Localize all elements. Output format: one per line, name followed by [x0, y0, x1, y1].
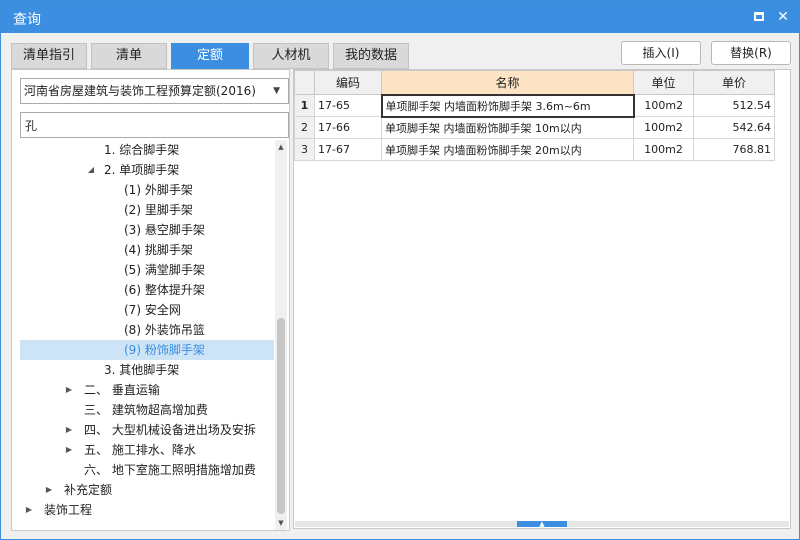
unit-cell[interactable]: 100m2	[633, 116, 694, 139]
tree-item[interactable]: 三、 建筑物超高增加费	[20, 400, 274, 420]
close-icon[interactable]: ✕	[775, 9, 791, 25]
price-cell[interactable]: 768.81	[693, 138, 775, 161]
unit-cell[interactable]: 100m2	[633, 94, 694, 117]
name-cell[interactable]: 单项脚手架 内墙面粉饰脚手架 3.6m~6m	[380, 93, 635, 118]
window-title: 查询	[13, 12, 41, 28]
tree-item[interactable]: (6) 整体提升架	[20, 280, 274, 300]
tree-item[interactable]: (3) 悬空脚手架	[20, 220, 274, 240]
price-header[interactable]: 单价	[693, 70, 775, 95]
tree-item-selected[interactable]: (9) 粉饰脚手架	[20, 340, 274, 360]
table-row[interactable]: 2 17-66 单项脚手架 内墙面粉饰脚手架 10m以内 100m2 542.6…	[294, 116, 775, 139]
code-cell[interactable]: 17-67	[314, 138, 382, 161]
search-input[interactable]	[20, 112, 289, 138]
maximize-icon[interactable]	[751, 9, 767, 25]
category-panel: 河南省房屋建筑与装饰工程预算定额(2016) ▼ 1. 综合脚手架 ◢2. 单项…	[11, 69, 290, 531]
unit-header[interactable]: 单位	[633, 70, 694, 95]
tree-item[interactable]: ▶ 四、 大型机械设备进出场及安拆	[20, 420, 274, 440]
query-window: 查询 ✕ 清单指引 清单 定额 人材机 我的数据 插入(I) 替换(R) 河南省…	[0, 0, 800, 540]
collapsed-icon[interactable]: ▶	[64, 420, 74, 440]
panel-splitter[interactable]: ▲	[295, 521, 789, 528]
tab-quota[interactable]: 定额	[171, 43, 249, 69]
unit-cell[interactable]: 100m2	[633, 138, 694, 161]
row-number-header	[294, 70, 315, 95]
row-number: 1	[294, 94, 315, 117]
tab-labor-material-machine[interactable]: 人材机	[253, 43, 329, 69]
tree-item[interactable]: ▶ 装饰工程	[20, 500, 274, 520]
name-header[interactable]: 名称	[381, 70, 634, 95]
category-tree: 1. 综合脚手架 ◢ 2. 单项脚手架 (1) 外脚手架 (2) 里脚手架 (3)…	[20, 140, 274, 530]
collapsed-icon[interactable]: ▶	[44, 480, 54, 500]
tree-item[interactable]: (2) 里脚手架	[20, 200, 274, 220]
collapsed-icon[interactable]: ▶	[64, 440, 74, 460]
title-bar[interactable]: 查询 ✕	[1, 1, 799, 33]
name-cell[interactable]: 单项脚手架 内墙面粉饰脚手架 10m以内	[381, 116, 634, 139]
quota-table: 编码 名称 单位 单价 1 17-65 单项脚手架 内墙面粉饰脚手架 3.6m~…	[294, 70, 775, 161]
tree-item[interactable]: ▶ 补充定额	[20, 480, 274, 500]
tab-bill-guide[interactable]: 清单指引	[11, 43, 87, 69]
tree-scrollbar[interactable]: ▲ ▼	[275, 140, 287, 530]
code-cell[interactable]: 17-65	[314, 94, 382, 117]
chevron-up-icon[interactable]: ▲	[517, 521, 567, 528]
row-number: 2	[294, 116, 315, 139]
code-header[interactable]: 编码	[314, 70, 382, 95]
tree-item[interactable]: (5) 满堂脚手架	[20, 260, 274, 280]
row-number: 3	[294, 138, 315, 161]
insert-button[interactable]: 插入(I)	[621, 41, 701, 65]
quota-library-value: 河南省房屋建筑与装饰工程预算定额(2016)	[24, 84, 256, 98]
tree-item[interactable]: ▶ 五、 施工排水、降水	[20, 440, 274, 460]
scroll-up-icon[interactable]: ▲	[275, 140, 287, 154]
scrollbar-thumb[interactable]	[277, 318, 285, 514]
expanded-icon[interactable]: ◢	[86, 160, 96, 180]
tree-item[interactable]: 六、 地下室施工照明措施增加费	[20, 460, 274, 480]
quota-list-panel: 编码 名称 单位 单价 1 17-65 单项脚手架 内墙面粉饰脚手架 3.6m~…	[293, 69, 791, 529]
collapsed-icon[interactable]: ▶	[64, 380, 74, 400]
tree-item[interactable]: (4) 挑脚手架	[20, 240, 274, 260]
tree-item[interactable]: ▶ 二、 垂直运输	[20, 380, 274, 400]
tree-item[interactable]: (8) 外装饰吊篮	[20, 320, 274, 340]
tree-item[interactable]: ◢ 2. 单项脚手架	[20, 160, 274, 180]
table-header-row: 编码 名称 单位 单价	[294, 70, 775, 95]
tree-item[interactable]: (1) 外脚手架	[20, 180, 274, 200]
table-row[interactable]: 3 17-67 单项脚手架 内墙面粉饰脚手架 20m以内 100m2 768.8…	[294, 138, 775, 161]
table-row[interactable]: 1 17-65 单项脚手架 内墙面粉饰脚手架 3.6m~6m 100m2 512…	[294, 93, 775, 118]
price-cell[interactable]: 542.64	[693, 116, 775, 139]
tree-item[interactable]: 1. 综合脚手架	[20, 140, 274, 160]
quota-library-select[interactable]: 河南省房屋建筑与装饰工程预算定额(2016) ▼	[20, 78, 289, 104]
replace-button[interactable]: 替换(R)	[711, 41, 791, 65]
name-cell[interactable]: 单项脚手架 内墙面粉饰脚手架 20m以内	[381, 138, 634, 161]
price-cell[interactable]: 512.54	[693, 94, 775, 117]
collapsed-icon[interactable]: ▶	[24, 500, 34, 520]
chevron-down-icon: ▼	[273, 86, 280, 96]
tab-bill[interactable]: 清单	[91, 43, 167, 69]
code-cell[interactable]: 17-66	[314, 116, 382, 139]
tab-my-data[interactable]: 我的数据	[333, 43, 409, 69]
tree-item[interactable]: (7) 安全网	[20, 300, 274, 320]
tree-item[interactable]: 3. 其他脚手架	[20, 360, 274, 380]
scroll-down-icon[interactable]: ▼	[275, 516, 287, 530]
